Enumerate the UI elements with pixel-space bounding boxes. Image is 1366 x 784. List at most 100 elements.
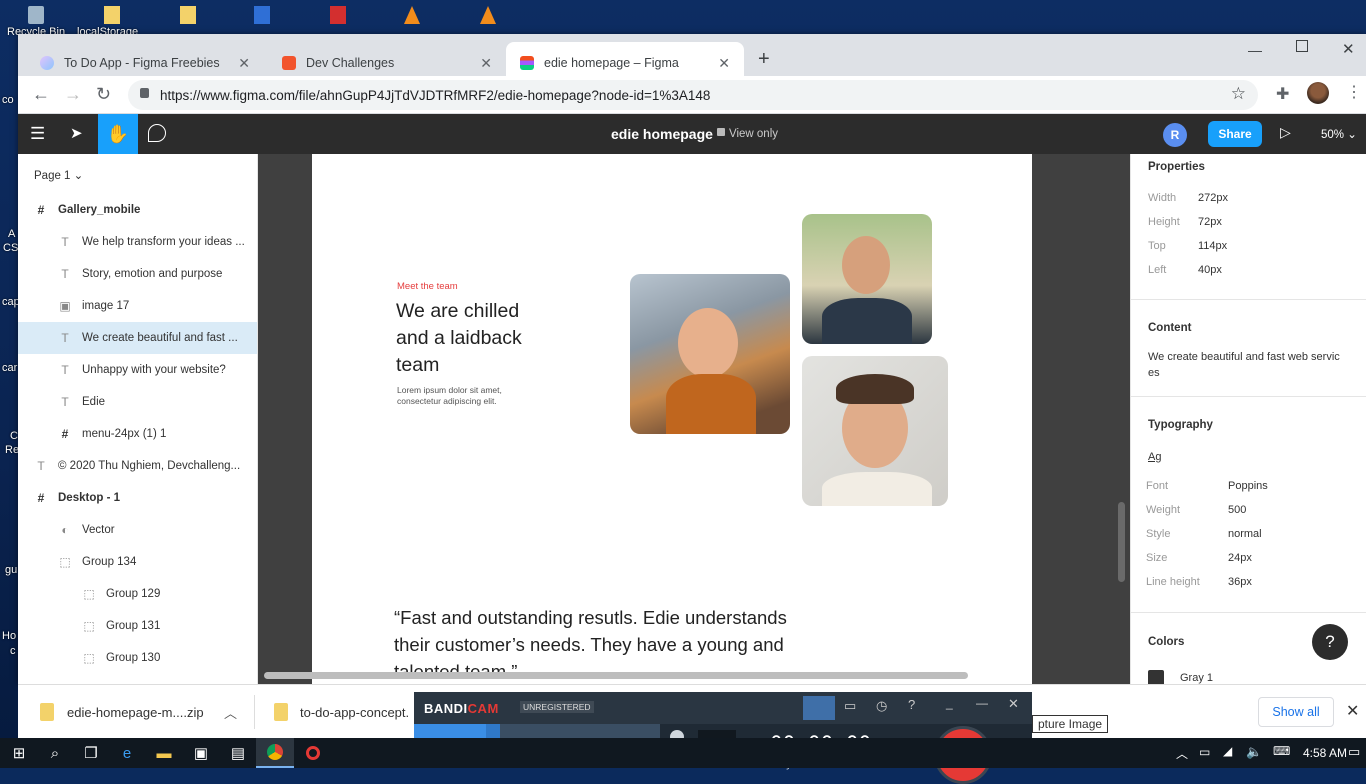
task-view-icon[interactable]: ❐: [72, 738, 110, 768]
layer-item[interactable]: T We create beautiful and fast ...: [18, 322, 257, 354]
user-avatar[interactable]: R: [1163, 123, 1187, 147]
search-icon[interactable]: ⌕: [36, 738, 74, 768]
pdf-icon[interactable]: [330, 6, 346, 24]
frame-icon: #: [37, 491, 45, 505]
network-icon[interactable]: ◢: [1223, 744, 1232, 758]
url-input[interactable]: https://www.figma.com/file/ahnGupP4JjTdV…: [128, 80, 1258, 110]
close-icon[interactable]: ✕: [238, 55, 250, 72]
download-item[interactable]: edie-homepage-m....zip: [67, 705, 204, 720]
notification-icon[interactable]: ▭: [1348, 744, 1360, 760]
property-key: Top: [1148, 240, 1166, 252]
property-value: Poppins: [1228, 480, 1268, 492]
layer-item[interactable]: T Unhappy with your website?: [18, 354, 257, 386]
help-icon[interactable]: ?: [908, 697, 915, 712]
layer-item[interactable]: ⬚ Group 129: [18, 578, 257, 610]
text-layer-icon: T: [61, 395, 69, 409]
edge-icon[interactable]: e: [108, 738, 146, 768]
zip-file-icon: [274, 703, 288, 721]
layer-item[interactable]: T We help transform your ideas ...: [18, 226, 257, 258]
bandicam-taskbar-icon[interactable]: [294, 738, 332, 768]
move-tool-icon[interactable]: ➤: [70, 124, 83, 142]
volume-icon[interactable]: 🔈: [1246, 744, 1262, 760]
file-title: edie homepage: [611, 126, 713, 142]
zoom-level[interactable]: 50% ⌄: [1321, 127, 1357, 141]
layer-item[interactable]: # Gallery_mobile: [18, 194, 257, 226]
chrome-icon[interactable]: [256, 738, 294, 768]
file-explorer-icon[interactable]: ▬: [145, 738, 183, 768]
show-all-button[interactable]: Show all: [1258, 697, 1334, 727]
menu-dots-icon[interactable]: ⋮: [1346, 82, 1362, 102]
minimize-icon[interactable]: —: [1248, 42, 1262, 58]
profile-avatar[interactable]: [1307, 82, 1329, 104]
vertical-scrollbar[interactable]: [1118, 502, 1125, 582]
back-icon[interactable]: ←: [32, 84, 50, 105]
minimize-to-tray-icon[interactable]: _: [946, 696, 953, 710]
download-item[interactable]: to-do-app-concept.: [300, 705, 409, 720]
layer-item[interactable]: ⬚ Group 131: [18, 610, 257, 642]
vlc-icon-2[interactable]: [480, 6, 496, 24]
folder-icon[interactable]: [104, 6, 120, 24]
lock-icon[interactable]: [803, 696, 835, 720]
property-value: normal: [1228, 528, 1262, 540]
extensions-icon[interactable]: ✚: [1276, 84, 1289, 104]
layer-item[interactable]: ▣ image 17: [18, 290, 257, 322]
help-button[interactable]: ?: [1312, 624, 1348, 660]
present-play-icon[interactable]: ▷: [1280, 124, 1291, 141]
layer-item[interactable]: # menu-24px (1) 1: [18, 418, 257, 450]
desktop-label: car: [2, 362, 18, 374]
color-name: Gray 1: [1180, 672, 1214, 684]
address-bar: ← → ↻ https://www.figma.com/file/ahnGupP…: [18, 76, 1366, 114]
layer-label: Group 131: [106, 620, 161, 632]
share-button[interactable]: Share: [1208, 121, 1262, 147]
forward-icon[interactable]: →: [64, 84, 82, 105]
layer-item[interactable]: ◐ Vector: [18, 514, 257, 546]
folder-icon[interactable]: ▭: [844, 698, 856, 714]
bookmark-star-icon[interactable]: ☆: [1231, 84, 1246, 104]
keyboard-icon[interactable]: ⌨: [1273, 744, 1290, 758]
property-row: Left 40px: [1148, 258, 1348, 282]
horizontal-scrollbar[interactable]: [264, 672, 968, 679]
hand-tool-icon[interactable]: ✋: [98, 114, 138, 154]
battery-icon[interactable]: ▭: [1199, 745, 1210, 759]
close-icon[interactable]: ✕: [718, 55, 730, 72]
layer-item[interactable]: T Edie: [18, 386, 257, 418]
file-icon[interactable]: [180, 6, 196, 24]
clock-time[interactable]: 4:58 AM: [1303, 746, 1347, 760]
vlc-icon[interactable]: [404, 6, 420, 24]
layer-label: menu-24px (1) 1: [82, 428, 167, 440]
minimize-icon[interactable]: —: [976, 696, 988, 710]
bandicam-logo: BANDICAM: [424, 701, 499, 716]
clock-icon[interactable]: ◷: [876, 698, 887, 714]
layer-item[interactable]: # Desktop - 1: [18, 482, 257, 514]
comment-tool-icon[interactable]: [148, 124, 166, 142]
reload-icon[interactable]: ↻: [96, 84, 111, 105]
property-key: Line height: [1146, 576, 1200, 588]
tab-title: Dev Challenges: [306, 56, 395, 70]
close-icon[interactable]: ✕: [480, 55, 492, 72]
layer-label: Desktop - 1: [58, 492, 120, 504]
start-windows-icon[interactable]: ⊞: [0, 738, 38, 768]
hamburger-menu-icon[interactable]: ☰: [30, 124, 45, 144]
new-tab-icon[interactable]: +: [758, 48, 770, 71]
layer-label: image 17: [82, 300, 130, 312]
chevron-up-icon[interactable]: ︿: [224, 703, 237, 722]
document-icon[interactable]: [254, 6, 270, 24]
figma-canvas[interactable]: Meet the team We are chilled and a laidb…: [258, 154, 1130, 684]
layer-item[interactable]: ⬚ Group 134: [18, 546, 257, 578]
badge-text: UNREGISTERED: [523, 702, 591, 712]
design-frame: Meet the team We are chilled and a laidb…: [312, 154, 1032, 684]
desktop-label: gu: [5, 564, 18, 576]
page-selector[interactable]: Page 1 ⌄: [18, 154, 257, 194]
close-window-icon[interactable]: ✕: [1342, 40, 1355, 58]
close-icon[interactable]: ✕: [1008, 696, 1019, 712]
show-hidden-icons-icon[interactable]: ︿: [1176, 745, 1188, 762]
close-downloads-icon[interactable]: ✕: [1346, 701, 1359, 721]
layer-item[interactable]: T Story, emotion and purpose: [18, 258, 257, 290]
store-icon[interactable]: ▣: [182, 738, 220, 768]
maximize-icon[interactable]: [1296, 40, 1308, 52]
layer-item[interactable]: ⬚ Group 130: [18, 642, 257, 674]
app-icon[interactable]: ▤: [219, 738, 257, 768]
layer-item[interactable]: T © 2020 Thu Nghiem, Devchalleng...: [18, 450, 257, 482]
vector-icon: ◐: [61, 523, 69, 537]
recycle-bin-icon[interactable]: [28, 6, 44, 24]
